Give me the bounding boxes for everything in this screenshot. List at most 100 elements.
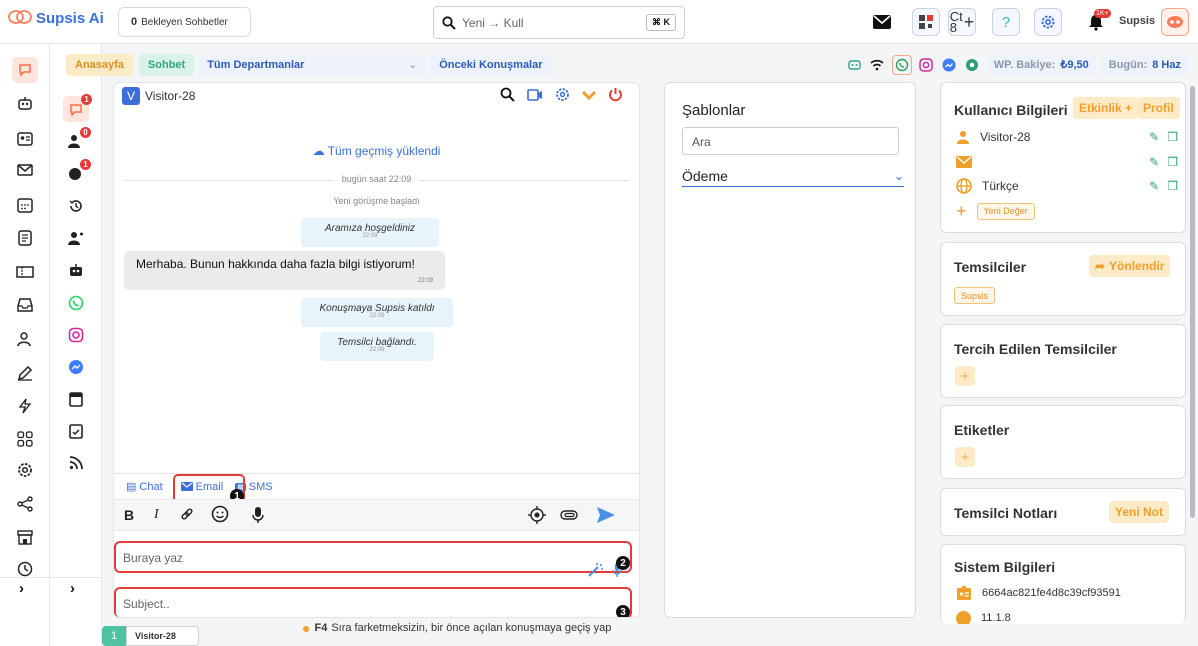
- subject-input[interactable]: Subject..: [114, 587, 632, 617]
- task-check-icon[interactable]: [64, 419, 88, 443]
- video-call-icon[interactable]: [527, 88, 543, 104]
- chevron-down-icon: ⌄: [407, 59, 418, 71]
- open-chat-tab-name: Visitor-28: [126, 626, 199, 646]
- search-text: Yeni → Kull: [462, 15, 524, 30]
- store-icon[interactable]: [13, 525, 37, 549]
- search-icon: [442, 15, 456, 30]
- user-avatar[interactable]: [1161, 8, 1189, 36]
- search-input[interactable]: Yeni → Kull ⌘ K: [433, 6, 685, 39]
- microphone-icon[interactable]: [252, 506, 264, 527]
- ticket-icon[interactable]: [13, 260, 37, 284]
- shortcut-hint: ⌘ K: [646, 14, 676, 31]
- help-icon[interactable]: ?: [992, 8, 1020, 36]
- edit-pencil-icon[interactable]: ✎: [1149, 179, 1159, 193]
- instagram-channel-icon[interactable]: [918, 56, 935, 73]
- qr-icon[interactable]: [912, 8, 940, 36]
- plus-icon: +: [963, 11, 975, 32]
- pen-icon[interactable]: [13, 361, 37, 385]
- whatsapp-icon[interactable]: [64, 291, 88, 315]
- rss-icon[interactable]: [64, 451, 88, 475]
- previous-conversations-button[interactable]: Önceki Konuşmalar: [430, 53, 552, 76]
- user-add-icon[interactable]: [64, 226, 88, 250]
- whatsapp-channel-icon[interactable]: [891, 54, 912, 75]
- copy-icon[interactable]: ❐: [1167, 179, 1178, 193]
- mail-icon[interactable]: [868, 8, 896, 36]
- visitors-icon[interactable]: 0: [64, 127, 91, 153]
- messenger-icon[interactable]: [64, 355, 88, 379]
- globe-icon[interactable]: 1: [64, 159, 91, 185]
- contact-card-icon[interactable]: [13, 127, 37, 151]
- bold-button[interactable]: B: [124, 507, 134, 523]
- lightning-icon[interactable]: [13, 394, 37, 418]
- profile-button[interactable]: Profil: [1137, 97, 1180, 119]
- redirect-button[interactable]: ➦ Yönlendir: [1089, 255, 1171, 277]
- calendar-icon[interactable]: [13, 193, 37, 217]
- wifi-icon[interactable]: [869, 56, 886, 73]
- gear-icon[interactable]: [1034, 8, 1062, 36]
- chevron-down-icon[interactable]: [581, 89, 597, 103]
- link-icon[interactable]: [180, 507, 194, 524]
- calendar-event-icon[interactable]: [64, 387, 88, 411]
- messenger-channel-icon[interactable]: [941, 56, 958, 73]
- document-icon[interactable]: [13, 226, 37, 250]
- sidebar-item-chats[interactable]: [12, 57, 38, 83]
- history-icon[interactable]: [64, 194, 88, 218]
- tab-chat[interactable]: Sohbet: [138, 53, 195, 76]
- emoji-icon[interactable]: [211, 505, 229, 526]
- chat-search-icon[interactable]: [500, 87, 515, 105]
- supsis-channel-icon[interactable]: [964, 56, 981, 73]
- settings-icon[interactable]: [13, 458, 37, 482]
- copy-icon[interactable]: ❐: [1167, 155, 1178, 169]
- template-category-value: Ödeme: [682, 167, 728, 184]
- history-loaded[interactable]: ☁ Tüm geçmiş yüklendi: [114, 144, 639, 158]
- robot-icon[interactable]: [13, 91, 37, 115]
- new-note-button[interactable]: Yeni Not: [1109, 501, 1170, 523]
- department-select[interactable]: Tüm Departmanlar ⌄: [198, 53, 427, 76]
- callout-badge-2: 2: [616, 556, 630, 570]
- inbox-icon[interactable]: [13, 293, 37, 317]
- edit-pencil-icon[interactable]: ✎: [1149, 155, 1159, 169]
- location-icon[interactable]: [528, 506, 546, 527]
- italic-button[interactable]: I: [154, 507, 159, 523]
- edit-pencil-icon[interactable]: ✎: [1149, 130, 1159, 144]
- lightbulb-icon: ●: [302, 620, 311, 636]
- ct-counter[interactable]: Ct 8 +: [948, 8, 976, 36]
- sidebar-item-active-chats[interactable]: 1: [63, 94, 92, 122]
- pending-chats-button[interactable]: 0 Bekleyen Sohbetler: [118, 7, 251, 37]
- expand-sidebar-chevron-icon[interactable]: ›: [19, 580, 24, 597]
- users-icon[interactable]: [13, 327, 37, 351]
- bot-icon[interactable]: [64, 258, 88, 282]
- message-input[interactable]: Buraya yaz: [114, 541, 632, 573]
- expand-panel-chevron-icon[interactable]: ›: [70, 580, 75, 597]
- add-label-button[interactable]: +: [955, 447, 975, 467]
- notification-bell-icon[interactable]: 1K+: [1082, 8, 1111, 36]
- tab-home[interactable]: Anasayfa: [66, 53, 133, 76]
- envelope-icon[interactable]: [13, 158, 37, 182]
- instagram-icon[interactable]: [64, 323, 88, 347]
- plus-icon[interactable]: +: [956, 201, 967, 222]
- template-category-select[interactable]: Ödeme ⌄: [682, 165, 904, 187]
- magic-wand-icon[interactable]: [588, 563, 604, 580]
- bot-status-icon[interactable]: [846, 56, 863, 73]
- templates-search-input[interactable]: Ara: [682, 127, 899, 155]
- avatar-icon: [1167, 16, 1183, 28]
- tab-chat-channel[interactable]: ▤ Chat: [126, 480, 163, 494]
- callout-badge-3: 3: [616, 605, 630, 617]
- add-preferred-agent-button[interactable]: +: [955, 366, 975, 386]
- chat-settings-icon[interactable]: [555, 87, 570, 105]
- add-activity-button[interactable]: Etkinlik +: [1073, 97, 1139, 119]
- new-value-button[interactable]: Yeni Değer: [976, 202, 1035, 220]
- share-icon[interactable]: [13, 492, 37, 516]
- right-panel-scrollbar[interactable]: [1190, 86, 1195, 518]
- open-chat-tab[interactable]: 1 Visitor-28: [102, 626, 199, 646]
- grid-icon[interactable]: [13, 427, 37, 451]
- today-date: Bugün: 8 Haz: [1101, 53, 1188, 76]
- power-icon[interactable]: [608, 87, 623, 105]
- logo[interactable]: Supsis Ai: [8, 9, 104, 27]
- send-icon[interactable]: [596, 506, 616, 527]
- attachment-icon[interactable]: [560, 508, 578, 524]
- copy-icon[interactable]: ❐: [1167, 130, 1178, 144]
- agent-tag[interactable]: Supsis: [954, 287, 996, 304]
- message-composer: ▤ Chat Email ▦ SMS 1 B I Buraya yaz 2 Subj…: [114, 473, 639, 617]
- info-row-name: Visitor-28 ✎ ❐: [956, 128, 1178, 146]
